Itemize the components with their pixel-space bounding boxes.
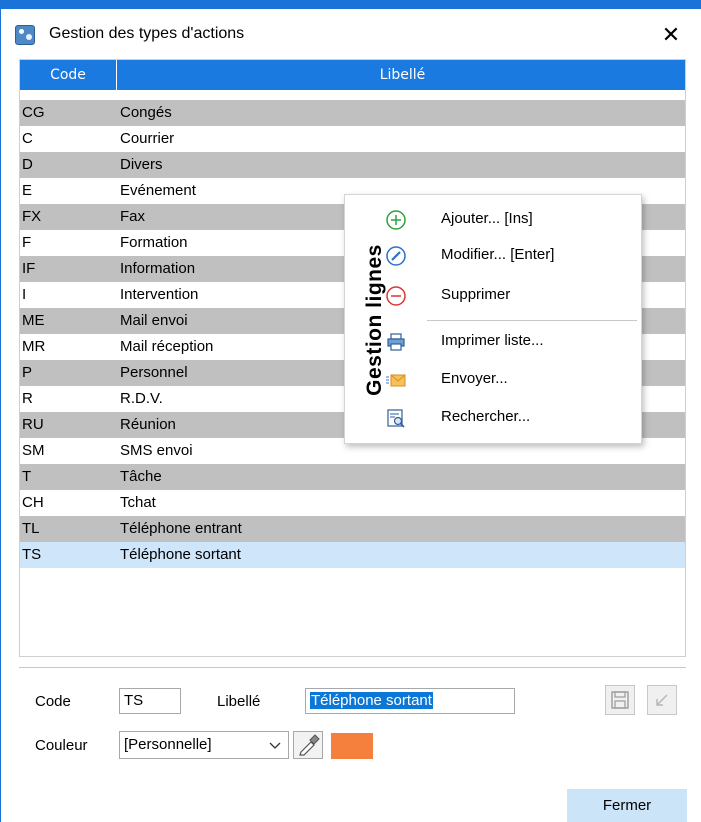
cell-code: TL [22, 520, 40, 537]
couleur-label: Couleur [35, 737, 88, 754]
menu-item-imprimer[interactable]: Imprimer liste... [379, 323, 637, 359]
search-doc-icon [387, 409, 405, 428]
column-header-libelle[interactable]: Libellé [118, 60, 685, 90]
color-picker-button[interactable] [293, 731, 323, 759]
cell-code: E [22, 182, 33, 199]
menu-item-label: Modifier... [Enter] [441, 246, 555, 263]
table-row[interactable]: C Courrier [20, 126, 685, 152]
context-menu: Gestion lignes Ajouter... [Ins] Modifier… [344, 194, 642, 444]
table-row[interactable]: CG Congés [20, 100, 685, 126]
cell-code: P [22, 364, 33, 381]
code-label: Code [35, 693, 71, 710]
column-header-code[interactable]: Code [20, 60, 117, 90]
cell-code: SM [22, 442, 45, 459]
grid-header: Code Libellé [20, 60, 685, 90]
color-swatch[interactable] [331, 733, 373, 759]
save-icon [611, 691, 629, 709]
form-separator [19, 667, 686, 668]
menu-item-label: Ajouter... [Ins] [441, 210, 533, 227]
cell-code: F [22, 234, 32, 251]
dialog-window: Gestion des types d'actions ✕ Code Libel… [0, 0, 701, 822]
cell-code: C [22, 130, 33, 147]
fermer-button[interactable]: Fermer [567, 789, 687, 822]
cell-code: T [22, 468, 32, 485]
menu-item-label: Rechercher... [441, 408, 531, 425]
cell-code: CG [22, 104, 45, 121]
close-button[interactable]: ✕ [651, 21, 691, 51]
libelle-value: Téléphone sortant [310, 692, 433, 709]
couleur-value: [Personnelle] [124, 736, 212, 753]
menu-item-label: Supprimer [441, 286, 511, 303]
cell-code: I [22, 286, 27, 303]
cell-libelle: Téléphone entrant [120, 520, 242, 537]
cell-libelle: Congés [120, 104, 172, 121]
menu-item-modifier[interactable]: Modifier... [Enter] [379, 237, 637, 273]
cell-code: MR [22, 338, 46, 355]
cell-code: R [22, 390, 33, 407]
cell-code: D [22, 156, 33, 173]
table-row[interactable]: TS Téléphone sortant [20, 542, 685, 568]
undo-button[interactable] [647, 685, 677, 715]
menu-separator [427, 320, 637, 321]
table-row[interactable]: CH Tchat [20, 490, 685, 516]
cell-code: CH [22, 494, 44, 511]
menu-item-envoyer[interactable]: Envoyer... [379, 361, 637, 397]
cell-code: TS [22, 546, 42, 563]
cell-libelle: Courrier [120, 130, 175, 147]
menu-item-supprimer[interactable]: Supprimer [379, 277, 637, 313]
table-row[interactable]: D Divers [20, 152, 685, 178]
cell-libelle: Tchat [120, 494, 156, 511]
menu-item-ajouter[interactable]: Ajouter... [Ins] [379, 201, 637, 237]
title-bar[interactable]: Gestion des types d'actions ✕ [1, 9, 701, 59]
app-icon [15, 25, 35, 45]
cell-libelle: Tâche [120, 468, 162, 485]
pencil-circle-icon [386, 246, 406, 266]
cell-code: RU [22, 416, 44, 433]
couleur-select[interactable]: [Personnelle] [119, 731, 289, 759]
eyedropper-icon [299, 734, 320, 756]
cell-code: FX [22, 208, 42, 225]
undo-icon [656, 694, 668, 706]
cell-code: IF [22, 260, 36, 277]
envelope-icon [386, 374, 406, 387]
plus-circle-icon [386, 210, 406, 230]
chevron-down-icon [266, 732, 284, 758]
table-row[interactable]: T Tâche [20, 464, 685, 490]
save-button[interactable] [605, 685, 635, 715]
cell-libelle: Téléphone sortant [120, 546, 241, 563]
code-field[interactable]: TS [119, 688, 181, 714]
minus-circle-icon [386, 286, 406, 306]
menu-item-label: Imprimer liste... [441, 332, 544, 349]
window-title: Gestion des types d'actions [49, 25, 245, 42]
cell-code: ME [22, 312, 45, 329]
table-row[interactable]: TL Téléphone entrant [20, 516, 685, 542]
menu-item-rechercher[interactable]: Rechercher... [379, 399, 637, 435]
libelle-field[interactable]: Téléphone sortant [305, 688, 515, 714]
cell-libelle: Divers [120, 156, 163, 173]
printer-icon [387, 333, 405, 351]
libelle-label: Libellé [217, 693, 261, 710]
menu-item-label: Envoyer... [441, 370, 508, 387]
